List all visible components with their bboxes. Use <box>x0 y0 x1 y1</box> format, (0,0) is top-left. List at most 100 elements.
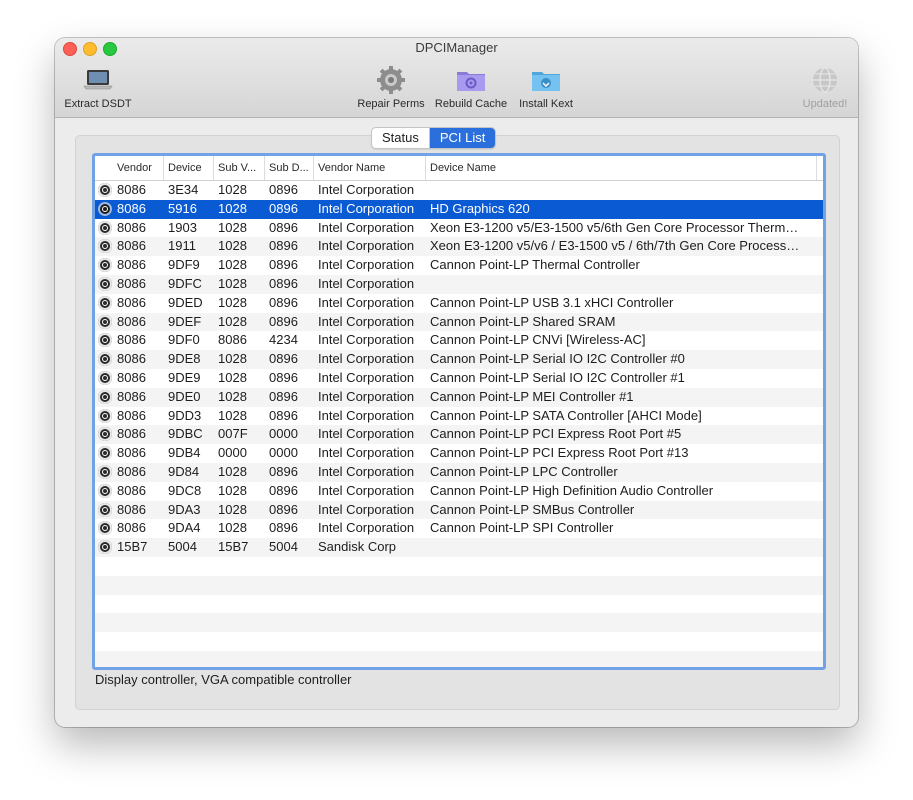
table-row[interactable]: 8086 9DA4 1028 0896 Intel Corporation Cannon … <box>95 519 823 538</box>
empty-row <box>95 650 823 667</box>
table-row[interactable]: 8086 1903 1028 0896 Intel Corporation Xeon E3… <box>95 219 823 238</box>
column-header-vendor[interactable]: Vendor <box>113 156 164 180</box>
cell-sub-device: 0896 <box>269 219 298 235</box>
cell-device: 9DE8 <box>168 351 201 367</box>
repair-perms-button[interactable]: Repair Perms <box>355 66 427 110</box>
column-header-sub-device[interactable]: Sub D... <box>265 156 314 180</box>
pci-device-icon <box>98 314 112 329</box>
empty-row <box>95 613 823 633</box>
cell-vendor-name: Intel Corporation <box>318 294 415 310</box>
pci-table[interactable]: Vendor Device Sub V... Sub D... Vendor N… <box>92 153 826 670</box>
cell-sub-device: 0000 <box>269 426 298 442</box>
table-row[interactable]: 8086 9DE0 1028 0896 Intel Corporation Cannon … <box>95 387 823 407</box>
cell-vendor-name: Intel Corporation <box>318 369 415 385</box>
empty-row <box>95 557 823 576</box>
cell-sub-device: 0896 <box>269 200 298 216</box>
cell-sub-device: 0896 <box>269 257 298 273</box>
table-row[interactable]: 8086 9DED 1028 0896 Intel Corporation Cannon … <box>95 294 823 313</box>
cell-device: 9DA3 <box>168 501 201 517</box>
gear-folder-icon <box>455 66 487 94</box>
cell-device: 3E34 <box>168 182 199 197</box>
table-row[interactable]: 8086 9DE8 1028 0896 Intel Corporation Cannon … <box>95 350 823 369</box>
cell-device: 9DF0 <box>168 332 200 348</box>
cell-sub-vendor: 1028 <box>218 219 247 235</box>
cell-vendor: 8086 <box>117 407 146 423</box>
cell-vendor: 15B7 <box>117 539 148 555</box>
view-tabs: Status PCI List <box>371 127 497 149</box>
rebuild-cache-button[interactable]: Rebuild Cache <box>433 66 509 110</box>
table-row[interactable]: 8086 9DFC 1028 0896 Intel Corporation <box>95 274 823 294</box>
table-row[interactable]: 8086 9DD3 1028 0896 Intel Corporation Cannon … <box>95 407 823 426</box>
window-title: DPCIManager <box>415 40 498 55</box>
cell-device-name: Cannon Point-LP High Definition Audio Co… <box>430 482 714 498</box>
tab-pci-list[interactable]: PCI List <box>429 128 496 148</box>
extract-dsdt-button[interactable]: Extract DSDT <box>63 66 133 110</box>
cell-sub-device: 0000 <box>269 445 298 461</box>
pci-device-icon <box>98 502 112 517</box>
cell-device-name: Cannon Point-LP LPC Controller <box>430 463 618 479</box>
laptop-icon <box>82 66 114 94</box>
column-header-device-name[interactable]: Device Name <box>426 156 817 180</box>
cell-vendor-name: Intel Corporation <box>318 182 415 197</box>
cell-vendor: 8086 <box>117 426 146 442</box>
pci-device-icon <box>98 220 112 235</box>
extract-dsdt-label: Extract DSDT <box>64 98 132 110</box>
cell-sub-vendor: 1028 <box>218 407 247 423</box>
pci-device-icon <box>98 183 112 197</box>
cell-device-name: Cannon Point-LP Serial IO I2C Controller… <box>430 351 685 367</box>
update-status-button[interactable]: Updated! <box>797 66 853 110</box>
cell-device: 9DF9 <box>168 257 200 273</box>
cell-vendor-name: Intel Corporation <box>318 407 415 423</box>
cell-device-name: Cannon Point-LP MEI Controller #1 <box>430 388 634 404</box>
gear-icon <box>375 66 407 94</box>
pci-device-icon <box>98 408 112 423</box>
cell-vendor-name: Intel Corporation <box>318 501 415 517</box>
cell-sub-vendor: 1028 <box>218 351 247 367</box>
cell-device: 5004 <box>168 539 197 555</box>
repair-perms-label: Repair Perms <box>357 98 425 110</box>
pci-device-icon <box>98 427 112 442</box>
pci-device-icon <box>98 276 112 291</box>
cell-sub-device: 0896 <box>269 501 298 517</box>
cell-sub-vendor: 1028 <box>218 313 247 329</box>
cell-vendor: 8086 <box>117 294 146 310</box>
cell-sub-device: 4234 <box>269 332 298 348</box>
cell-sub-device: 0896 <box>269 369 298 385</box>
column-header-vendor-name[interactable]: Vendor Name <box>314 156 426 180</box>
tab-status[interactable]: Status <box>372 128 430 148</box>
pci-device-icon <box>98 258 112 273</box>
cell-vendor-name: Intel Corporation <box>318 275 415 291</box>
column-header-sub-vendor[interactable]: Sub V... <box>214 156 265 180</box>
table-row[interactable]: 8086 1911 1028 0896 Intel Corporation Xeon E3… <box>95 237 823 257</box>
titlebar: DPCIManager Extract DSDT Repair Perms Re… <box>55 38 858 118</box>
cell-sub-vendor: 1028 <box>218 482 247 498</box>
cell-device: 9DD3 <box>168 407 202 423</box>
install-kext-button[interactable]: Install Kext <box>513 66 579 110</box>
table-header: Vendor Device Sub V... Sub D... Vendor N… <box>95 156 823 181</box>
table-row[interactable]: 8086 5916 1028 0896 Intel Corporation HD Grap… <box>95 199 823 219</box>
cell-sub-device: 0896 <box>269 407 298 423</box>
table-row[interactable]: 8086 9DC8 1028 0896 Intel Corporation Cannon … <box>95 482 823 501</box>
table-row[interactable]: 15B7 5004 15B7 5004 Sandisk Corp <box>95 538 823 557</box>
cell-vendor: 8086 <box>117 501 146 517</box>
table-row[interactable]: 8086 9DF9 1028 0896 Intel Corporation Cannon … <box>95 256 823 275</box>
empty-row <box>95 632 823 651</box>
cell-sub-vendor: 1028 <box>218 294 247 310</box>
table-row[interactable]: 8086 9DEF 1028 0896 Intel Corporation Cannon … <box>95 312 823 332</box>
cell-vendor-name: Intel Corporation <box>318 482 415 498</box>
table-row[interactable]: 8086 9DBC 007F 0000 Intel Corporation Cannon … <box>95 425 823 445</box>
cell-vendor: 8086 <box>117 275 146 291</box>
cell-sub-vendor: 1028 <box>218 501 247 517</box>
cell-sub-vendor: 007F <box>218 426 248 442</box>
cell-device-name: Cannon Point-LP SPI Controller <box>430 520 614 536</box>
table-row[interactable]: 8086 9DA3 1028 0896 Intel Corporation Cannon … <box>95 500 823 520</box>
table-row[interactable]: 8086 9DF0 8086 4234 Intel Corporation Cannon … <box>95 331 823 350</box>
table-row[interactable]: 8086 3E34 1028 0896 Intel Corporation <box>95 181 823 200</box>
globe-icon <box>809 66 841 94</box>
table-row[interactable]: 8086 9DB4 0000 0000 Intel Corporation Cannon … <box>95 444 823 463</box>
cell-vendor-name: Intel Corporation <box>318 520 415 536</box>
table-row[interactable]: 8086 9DE9 1028 0896 Intel Corporation Cannon … <box>95 369 823 388</box>
column-header-device[interactable]: Device <box>164 156 214 180</box>
table-row[interactable]: 8086 9D84 1028 0896 Intel Corporation Cannon … <box>95 462 823 482</box>
status-description: Display controller, VGA compatible contr… <box>95 672 352 687</box>
